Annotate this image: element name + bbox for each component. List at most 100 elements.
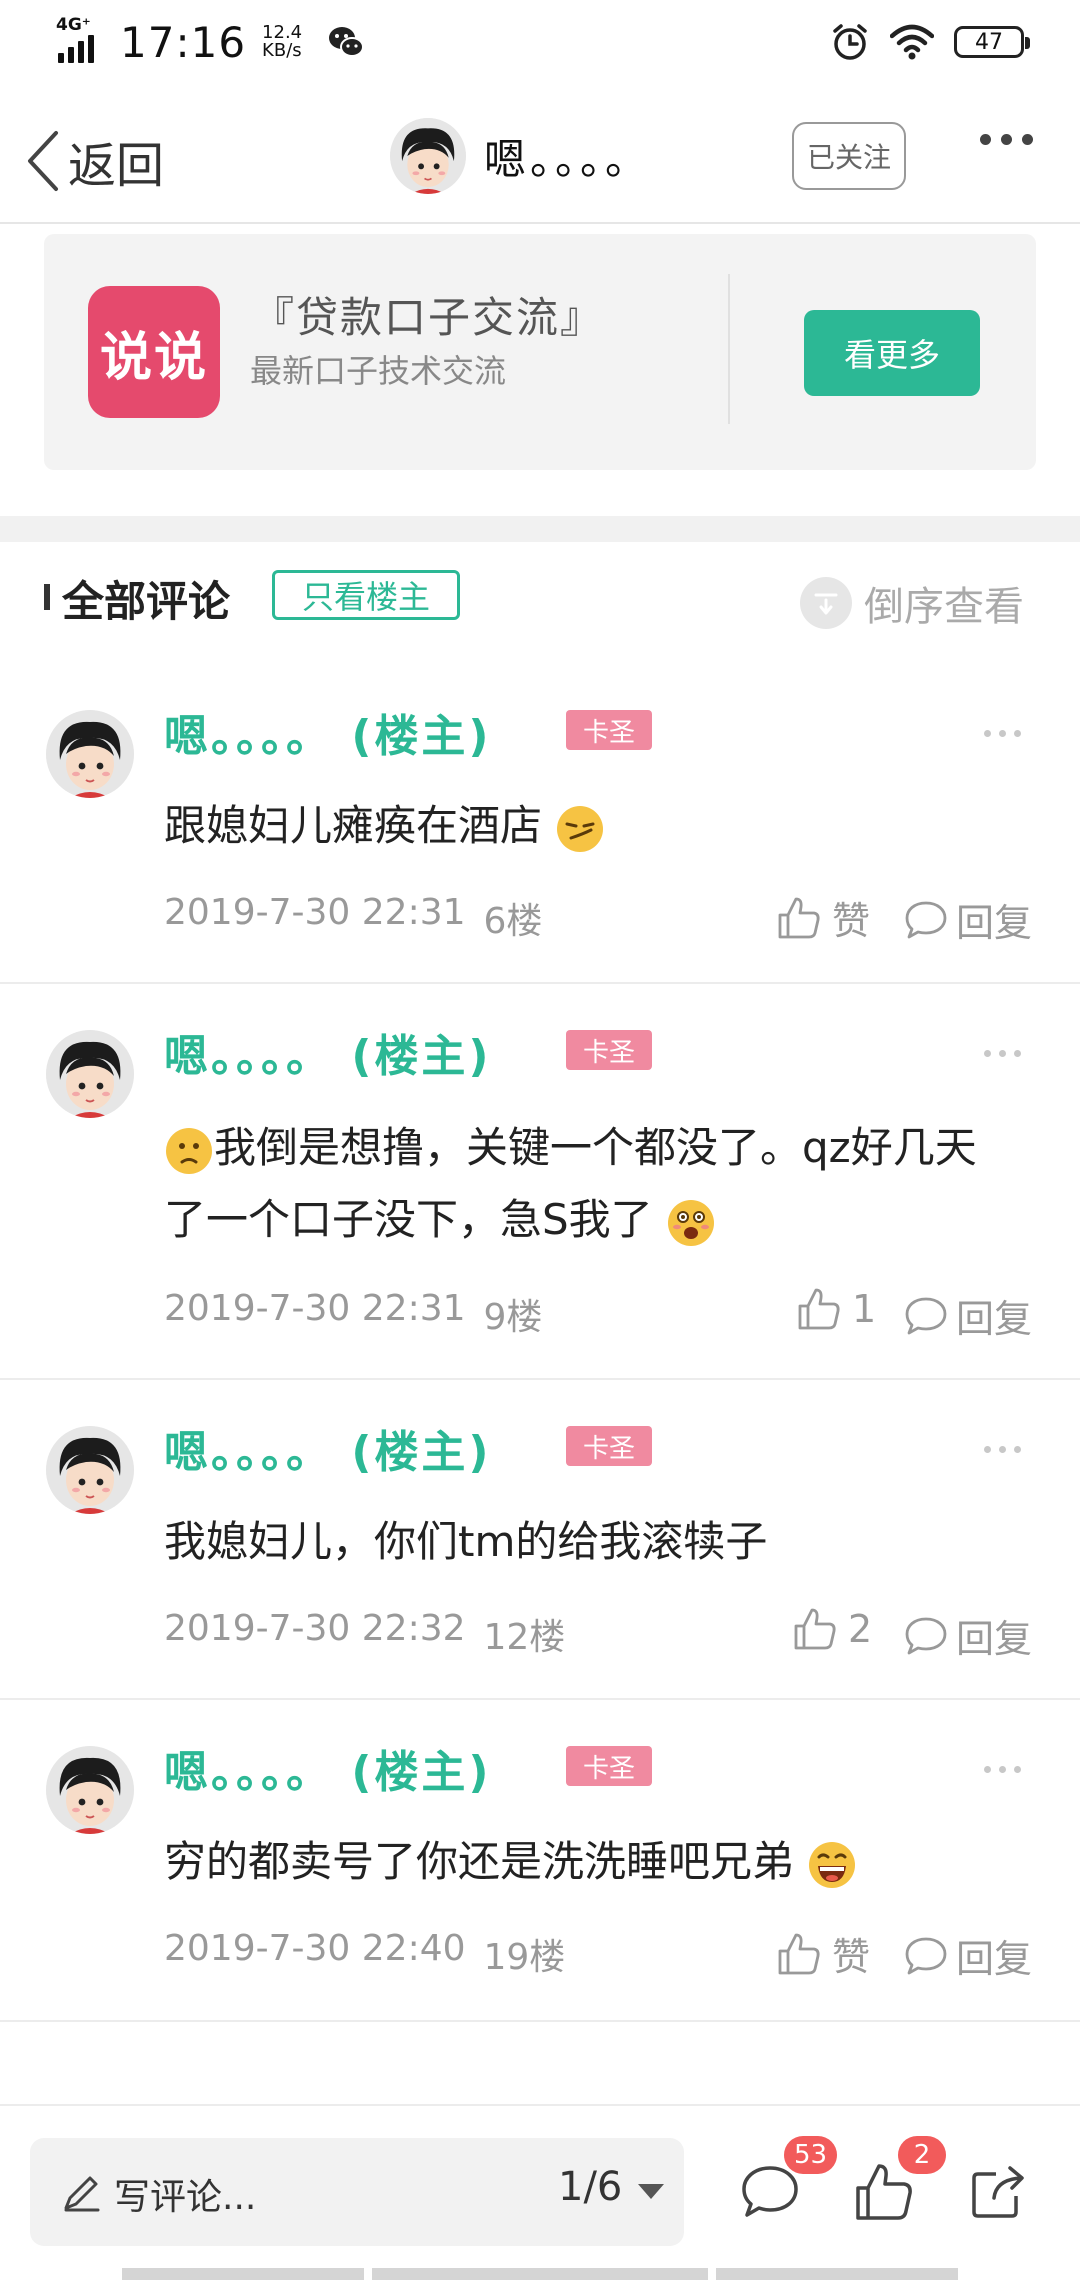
like-count: 2 [848,1607,873,1651]
comment-text: 跟媳妇儿瘫痪在酒店 [164,790,1014,862]
nav-indicator-left [122,2268,364,2280]
comment-date: 2019-7-30 22:31 [164,892,466,933]
commenter-name[interactable]: 嗯。。。。 (楼主) [164,1736,492,1800]
comment-text-content: 跟媳妇儿瘫痪在酒店 [164,801,543,850]
reply-label: 回复 [956,901,1033,945]
thumbs-up-icon [778,897,820,938]
clock: 17:16 [120,17,247,67]
reply-bubble-icon [905,1617,947,1654]
battery-icon: 47 [954,26,1030,58]
op-tag: (楼主) [351,1427,492,1478]
comment-divider [0,1378,1080,1380]
avatar[interactable] [46,1030,134,1118]
comment-text: 穷的都卖号了你还是洗洗睡吧兄弟 [164,1826,1014,1898]
comment-text: 我媳妇儿，你们tm的给我滚犊子 [164,1506,1014,1578]
commenter-name[interactable]: 嗯。。。。 (楼主) [164,1416,492,1480]
reply-bubble-icon [905,901,947,938]
comment-more-icon[interactable] [984,1766,1021,1773]
reply-label: 回复 [956,1617,1033,1661]
nav-indicator-right [716,2268,958,2280]
comment-text: 我倒是想撸，关键一个都没了。qz好几天了一个口子没下，急S我了 [164,1112,1014,1256]
comment-count-badge: 53 [784,2136,838,2174]
level-badge: 卡圣 [566,1746,652,1786]
like-button[interactable]: 2 [792,1606,872,1652]
alarm-icon [833,24,867,60]
back-label: 返回 [68,138,165,194]
only-op-button[interactable]: 只看楼主 [272,570,460,620]
reply-button[interactable]: 回复 [904,1288,1032,1343]
promo-subtitle: 最新口子技术交流 [250,352,507,390]
comment-meta: 2019-7-30 22:40 19楼 [164,1928,565,1980]
like-label: 赞 [832,899,871,943]
comment-more-icon[interactable] [984,1446,1021,1453]
comment-more-icon[interactable] [984,1050,1021,1057]
reverse-sort-button[interactable]: 倒序查看 [800,574,1024,632]
comment-divider [0,982,1080,984]
reply-button[interactable]: 回复 [904,1928,1032,1983]
avatar[interactable] [46,1746,134,1834]
pen-icon [64,2176,100,2212]
status-bar: 4G⁺ 17:16 12.4 KB/s 47 [0,0,1080,84]
commenter-name-text: 嗯。。。。 [164,711,333,762]
author-header[interactable]: 嗯。。。。 [390,118,651,194]
op-tag: (楼主) [351,1031,492,1082]
promo-card[interactable]: 说说 『贷款口子交流』 最新口子技术交流 看更多 [44,234,1036,470]
signal-icon: 4G⁺ [56,15,106,67]
shocked-emoji-icon [668,1199,715,1246]
level-badge: 卡圣 [566,1426,652,1466]
thumbs-up-icon [778,1933,820,1974]
comment-more-icon[interactable] [984,730,1021,737]
see-more-button[interactable]: 看更多 [804,310,980,396]
promo-logo: 说说 [88,286,220,418]
floor-number: 6楼 [483,901,543,942]
reply-label: 回复 [956,1297,1033,1341]
commenter-name[interactable]: 嗯。。。。 (楼主) [164,1020,492,1084]
like-label: 赞 [832,1935,871,1979]
wechat-icon [329,27,365,57]
comment-text-content: 我倒是想撸，关键一个都没了。qz好几天了一个口子没下，急S我了 [164,1123,977,1244]
follow-button[interactable]: 已关注 [792,122,906,190]
avatar[interactable] [46,1426,134,1514]
floor-number: 9楼 [483,1297,543,1338]
back-button[interactable]: 返回 [24,126,164,196]
thumbs-up-icon [798,1288,840,1330]
sort-icon [800,577,852,629]
commenter-name-text: 嗯。。。。 [164,1031,333,1082]
reply-button[interactable]: 回复 [904,1608,1032,1663]
like-button[interactable]: 赞 [776,890,870,945]
page-indicator[interactable]: 1/6 [558,2164,622,2210]
comment-meta: 2019-7-30 22:31 6楼 [164,892,542,944]
op-tag: (楼主) [351,1747,492,1798]
confused-emoji-icon [166,1127,212,1174]
commenter-name[interactable]: 嗯。。。。 (楼主) [164,700,492,764]
bottom-bar-divider [0,2104,1080,2106]
comment-meta: 2019-7-30 22:31 9楼 [164,1288,542,1340]
comment-divider [0,2020,1080,2022]
avatar[interactable] [390,118,466,194]
more-options-icon[interactable] [980,134,1033,145]
write-comment-input[interactable]: 写评论... 1/6 [30,2138,684,2246]
section-marker [44,584,50,610]
share-icon[interactable] [966,2160,1030,2224]
thumbs-up-icon [794,1608,836,1650]
comment-text-content: 穷的都卖号了你还是洗洗睡吧兄弟 [164,1837,795,1886]
level-badge: 卡圣 [566,710,652,750]
comment-date: 2019-7-30 22:40 [164,1928,466,1969]
reply-button[interactable]: 回复 [904,892,1032,947]
like-button[interactable]: 赞 [776,1926,870,1981]
sort-label: 倒序查看 [864,584,1024,630]
avatar[interactable] [46,710,134,798]
smirk-emoji-icon [557,805,604,852]
reply-bubble-icon [905,1297,947,1334]
wifi-icon [890,24,934,60]
caret-down-icon[interactable] [638,2184,664,2199]
comment-date: 2019-7-30 22:32 [164,1608,466,1649]
speed-unit: KB/s [262,40,302,61]
like-count: 1 [852,1287,877,1331]
promo-divider [728,274,730,424]
floor-number: 19楼 [483,1937,566,1978]
like-button[interactable]: 1 [796,1286,876,1332]
reply-label: 回复 [956,1937,1033,1981]
page-title: 嗯。。。。 [484,134,652,184]
network-speed: 12.4 KB/s [262,24,302,60]
